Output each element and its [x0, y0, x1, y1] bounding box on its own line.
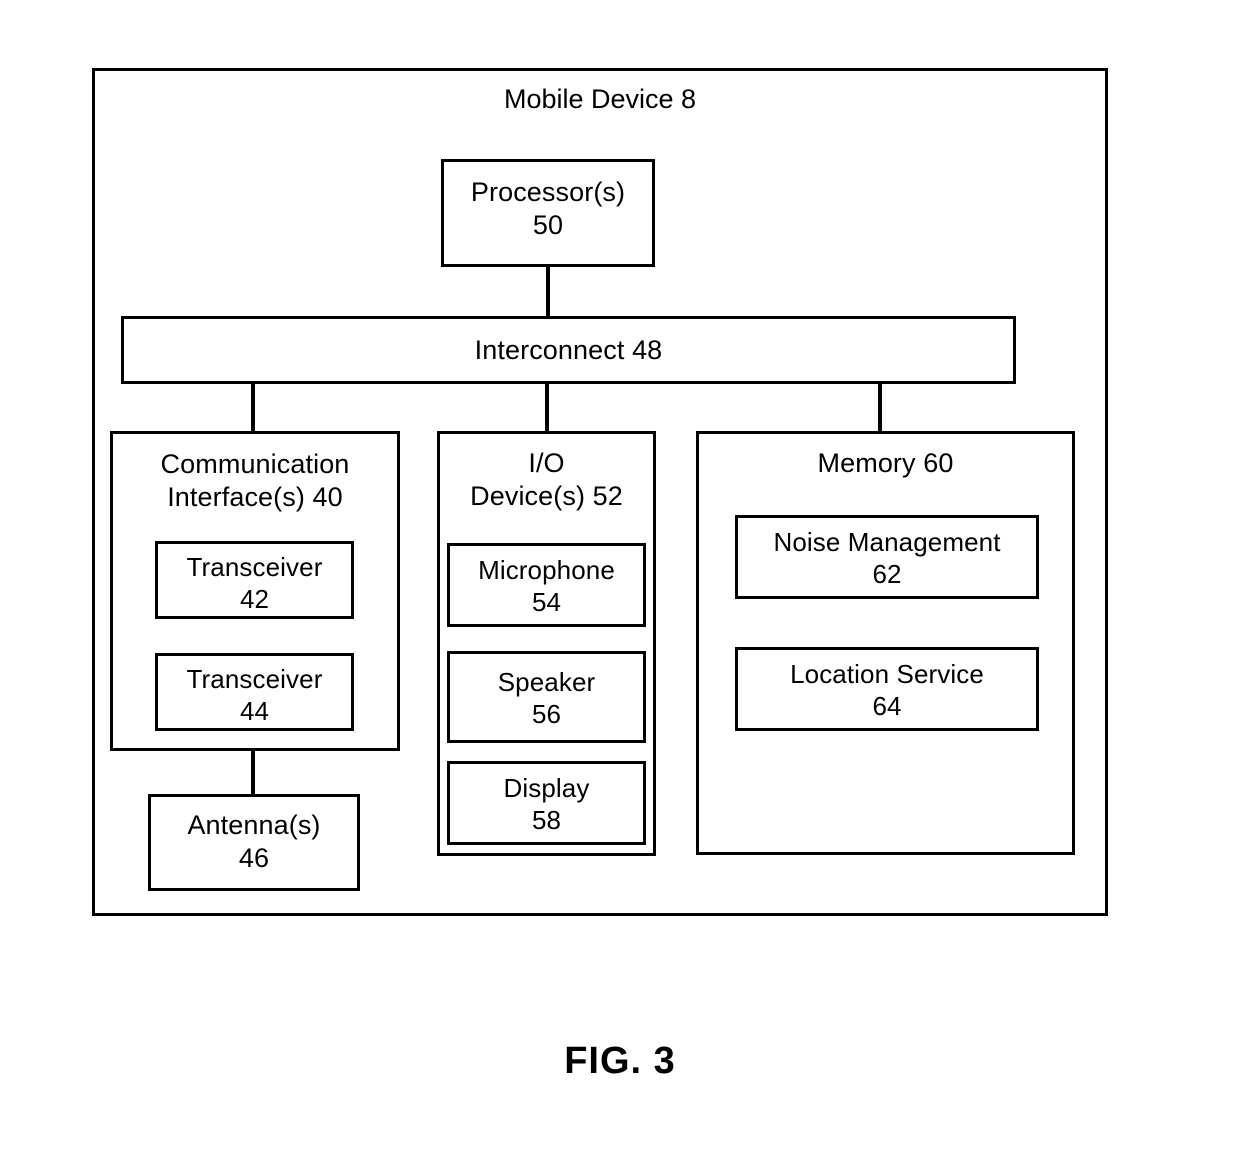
transceiver-44-box: Transceiver 44: [155, 653, 354, 731]
memory-box: Memory 60: [696, 431, 1075, 855]
display-label: Display 58: [503, 773, 590, 835]
display-box: Display 58: [447, 761, 646, 845]
speaker-box: Speaker 56: [447, 651, 646, 743]
figure-caption: FIG. 3: [564, 1040, 676, 1082]
interconnect-box: Interconnect 48: [121, 316, 1016, 384]
connector-communication-interface-to-antenna: [251, 748, 255, 795]
noise-management-label: Noise Management 62: [773, 527, 1001, 589]
patent-figure: Mobile Device 8 Processor(s) 50 Intercon…: [0, 0, 1240, 1158]
transceiver-44-label: Transceiver 44: [186, 664, 323, 726]
io-devices-label: I/O Device(s) 52: [470, 448, 623, 511]
communication-interface-label: Communication Interface(s) 40: [160, 449, 350, 512]
antenna-label: Antenna(s) 46: [187, 810, 321, 873]
location-service-label: Location Service 64: [790, 659, 984, 721]
noise-management-box: Noise Management 62: [735, 515, 1039, 599]
connector-interconnect-to-memory: [878, 383, 882, 433]
transceiver-42-box: Transceiver 42: [155, 541, 354, 619]
speaker-label: Speaker 56: [497, 667, 596, 729]
processor-box: Processor(s) 50: [441, 159, 655, 267]
mobile-device-title: Mobile Device 8: [503, 84, 697, 114]
connector-processor-to-interconnect: [546, 266, 550, 318]
connector-interconnect-to-communication-interface: [251, 383, 255, 433]
processor-label: Processor(s) 50: [470, 177, 626, 240]
interconnect-label: Interconnect 48: [474, 335, 663, 365]
microphone-label: Microphone 54: [478, 555, 615, 617]
transceiver-42-label: Transceiver 42: [186, 552, 323, 614]
connector-interconnect-to-io-devices: [545, 383, 549, 433]
location-service-box: Location Service 64: [735, 647, 1039, 731]
microphone-box: Microphone 54: [447, 543, 646, 627]
antenna-box: Antenna(s) 46: [148, 794, 360, 891]
memory-label: Memory 60: [817, 448, 954, 478]
